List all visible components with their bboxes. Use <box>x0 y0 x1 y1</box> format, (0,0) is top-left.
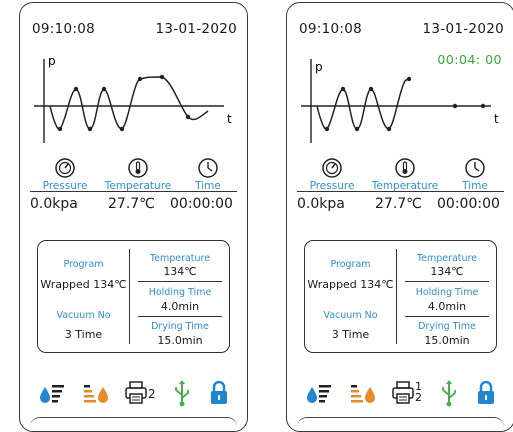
clock-time: 09:10:08 <box>299 21 363 37</box>
lock-icon[interactable] <box>475 379 497 407</box>
sensor-pressure: Pressure <box>34 157 96 192</box>
pressure-value: 0.0kpa <box>297 196 345 212</box>
water-level-icon[interactable] <box>38 379 66 407</box>
bottom-bar <box>297 417 504 431</box>
waste-water-icon[interactable] <box>349 379 377 407</box>
vacuum-value: 3 Time <box>64 328 103 341</box>
graph-y-label: p <box>315 60 323 74</box>
temperature-setting-value: 134℃ <box>163 265 197 278</box>
graph-y-label: p <box>48 54 56 68</box>
drying-time-value: 15.0min <box>424 334 470 347</box>
sensor-divider <box>297 191 504 192</box>
program-label: Program <box>330 259 371 270</box>
drying-time-label: Drying Time <box>151 321 209 332</box>
holding-time-value: 4.0min <box>160 300 200 313</box>
program-label: Program <box>63 259 104 270</box>
drying-time-label: Drying Time <box>418 321 476 332</box>
vacuum-label: Vacuum No <box>56 310 111 321</box>
temperature-setting-label: Temperature <box>149 253 211 264</box>
pressure-curve-graph: p t <box>301 59 499 143</box>
printer-count: 1 2 <box>415 380 422 404</box>
temperature-value: 27.7℃ <box>375 196 422 212</box>
thermometer-icon <box>128 158 148 178</box>
sensor-temperature: Temperature <box>102 157 174 192</box>
status-icon-bar: 1 2 <box>287 379 513 409</box>
time-value: 00:00:00 <box>437 196 500 212</box>
clock-date: 13-01-2020 <box>422 21 504 37</box>
sensor-divider <box>30 191 237 192</box>
graph-x-label: t <box>227 112 232 126</box>
usb-icon[interactable] <box>172 379 192 407</box>
program-value: Wrapped 134℃ <box>307 278 394 291</box>
pressure-curve-graph: p t <box>34 54 232 143</box>
sensor-time: Time <box>455 157 495 192</box>
program-box-rule <box>405 281 489 282</box>
usb-icon[interactable] <box>439 379 459 407</box>
program-info-box[interactable]: Program Wrapped 134℃ Vacuum No 3 Time Te… <box>37 240 230 353</box>
pressure-gauge-icon <box>322 158 342 178</box>
bottom-bar <box>30 417 237 431</box>
clock-icon <box>465 158 485 178</box>
program-box-rule <box>138 316 222 317</box>
program-info-box[interactable]: Program Wrapped 134℃ Vacuum No 3 Time Te… <box>304 240 497 353</box>
lock-icon[interactable] <box>208 379 230 407</box>
clock-icon <box>198 158 218 178</box>
vacuum-value: 3 Time <box>331 328 370 341</box>
waste-water-icon[interactable] <box>82 379 110 407</box>
temperature-setting-label: Temperature <box>416 253 478 264</box>
screen-panel-right: 09:10:08 13-01-2020 00:04: 00 p t Pressu… <box>286 2 513 432</box>
holding-time-label: Holding Time <box>415 287 479 298</box>
thermometer-icon <box>395 158 415 178</box>
screen-panel-left: 09:10:08 13-01-2020 p t Pressure Tempera… <box>19 2 248 432</box>
graph-x-label: t <box>494 112 499 126</box>
printer-count: 2 <box>148 387 156 401</box>
clock-date: 13-01-2020 <box>155 21 237 37</box>
temperature-setting-value: 134℃ <box>430 265 464 278</box>
drying-time-value: 15.0min <box>157 334 203 347</box>
program-value: Wrapped 134℃ <box>40 278 127 291</box>
program-box-divider <box>129 249 130 344</box>
program-box-divider <box>396 249 397 344</box>
vacuum-label: Vacuum No <box>323 310 378 321</box>
water-level-icon[interactable] <box>305 379 333 407</box>
sensor-pressure: Pressure <box>301 157 363 192</box>
status-icon-bar: 2 <box>20 379 247 409</box>
time-value: 00:00:00 <box>170 196 233 212</box>
program-box-rule <box>138 281 222 282</box>
sensor-time: Time <box>188 157 228 192</box>
program-box-rule <box>405 316 489 317</box>
holding-time-value: 4.0min <box>427 300 467 313</box>
temperature-value: 27.7℃ <box>108 196 155 212</box>
pressure-gauge-icon <box>55 158 75 178</box>
clock-time: 09:10:08 <box>32 21 96 37</box>
pressure-value: 0.0kpa <box>30 196 78 212</box>
holding-time-label: Holding Time <box>148 287 212 298</box>
sensor-temperature: Temperature <box>369 157 441 192</box>
